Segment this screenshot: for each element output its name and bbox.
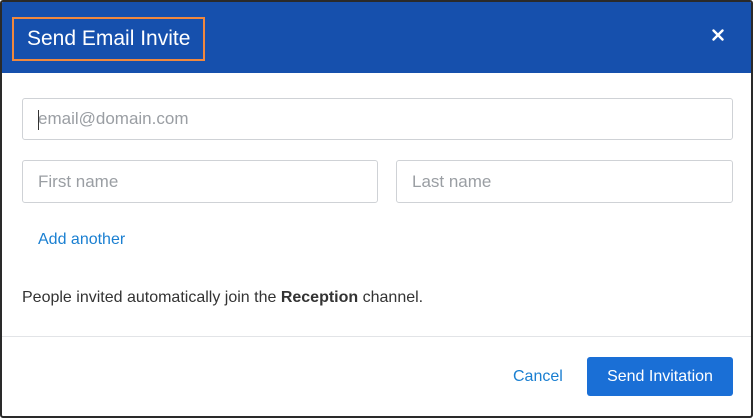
last-name-field[interactable] bbox=[396, 160, 733, 203]
cancel-button[interactable]: Cancel bbox=[513, 368, 563, 386]
first-name-field[interactable] bbox=[22, 160, 378, 203]
modal-header: Send Email Invite bbox=[2, 2, 751, 73]
modal-title: Send Email Invite bbox=[27, 27, 191, 50]
send-invitation-button[interactable]: Send Invitation bbox=[587, 357, 733, 396]
footer-divider bbox=[2, 336, 751, 337]
title-highlight: Send Email Invite bbox=[12, 17, 206, 61]
info-suffix: channel. bbox=[358, 289, 424, 306]
close-button[interactable] bbox=[707, 24, 729, 46]
send-email-invite-modal: Send Email Invite Add another People inv… bbox=[0, 0, 753, 418]
channel-name: Reception bbox=[280, 289, 359, 306]
text-caret bbox=[38, 110, 39, 130]
add-another-link[interactable]: Add another bbox=[38, 231, 125, 249]
channel-info-text: People invited automatically join the Re… bbox=[22, 289, 423, 307]
email-field[interactable] bbox=[22, 98, 733, 140]
close-icon bbox=[712, 29, 724, 41]
info-prefix: People invited automatically join the bbox=[22, 289, 281, 306]
